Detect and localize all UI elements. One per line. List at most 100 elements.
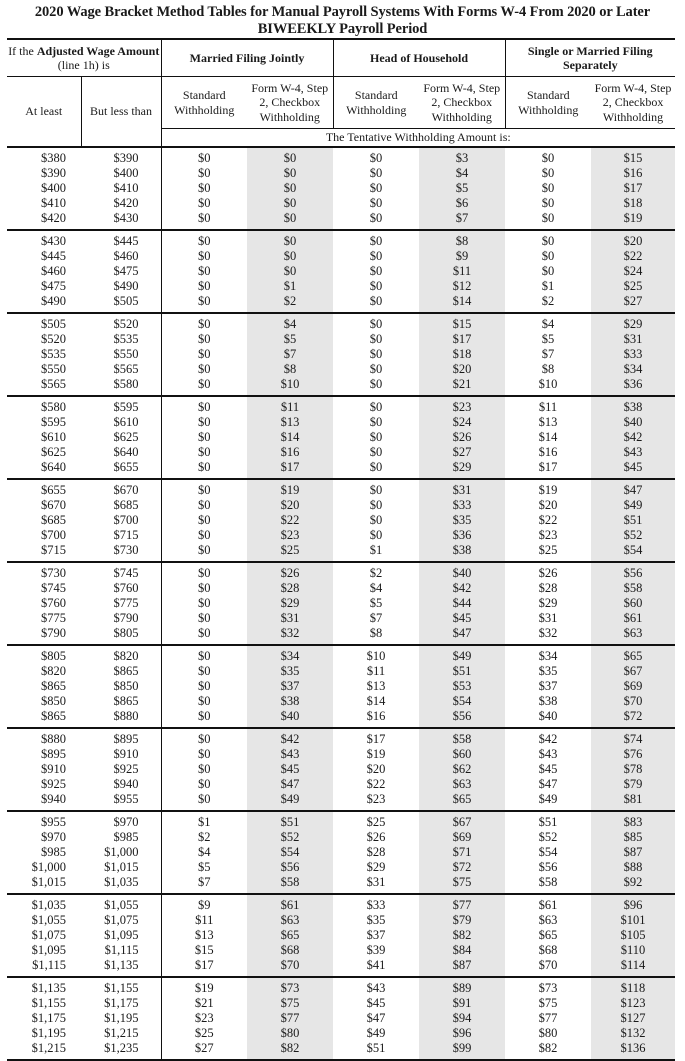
cell-mfj-checkbox: $19 [247,479,333,498]
cell-hoh-standard: $17 [366,732,386,746]
cell-single-checkbox: $67 [591,664,676,679]
cell-but-less-than: $390 [113,151,139,165]
cell-hoh-checkbox: $99 [419,1041,506,1060]
cell-but-less-than: $1,155 [104,981,139,995]
cell-hoh-standard: $0 [369,151,383,165]
cell-at-least: $595 [41,415,66,429]
cell-hoh-checkbox: $24 [419,415,506,430]
cell-single-standard: $20 [538,498,558,512]
cell-single-checkbox: $92 [591,875,676,894]
table-row: $715 $730 $0 $25 $1 $38 $25 $54 [7,543,676,562]
cell-hoh-standard: $0 [369,498,383,512]
cell-but-less-than: $670 [113,483,139,497]
cell-but-less-than: $1,215 [104,1026,139,1040]
table-row: $1,135 $1,155 $19 $73 $43 $89 $73 $118 [7,977,676,996]
cell-but-less-than: $1,075 [104,913,139,927]
cell-mfj-checkbox: $23 [247,528,333,543]
cell-mfj-standard: $9 [160,894,247,913]
col-single-checkbox: Form W-4, Step 2, Checkbox Withholding [591,76,676,129]
cell-single-standard: $0 [541,151,555,165]
table-row: $1,115 $1,135 $17 $70 $41 $87 $70 $114 [7,958,676,977]
cell-hoh-checkbox: $58 [419,728,506,747]
cell-at-least: $445 [41,249,66,263]
cell-mfj-standard: $0 [160,196,247,211]
cell-hoh-checkbox: $87 [419,958,506,977]
cell-single-standard: $26 [538,566,558,580]
cell-mfj-checkbox: $42 [247,728,333,747]
table-row: $925 $940 $0 $47 $22 $63 $47 $79 [7,777,676,792]
table-row: $730 $745 $0 $26 $2 $40 $26 $56 [7,562,676,581]
table-row: $1,035 $1,055 $9 $61 $33 $77 $61 $96 [7,894,676,913]
cell-mfj-standard: $0 [160,664,247,679]
cell-hoh-checkbox: $4 [419,166,506,181]
cell-but-less-than: $955 [113,792,139,806]
cell-single-checkbox: $123 [591,996,676,1011]
table-row: $380 $390 $0 $0 $0 $3 $0 $15 [7,147,676,166]
cell-single-checkbox: $110 [591,943,676,958]
cell-mfj-standard: $0 [160,313,247,332]
cell-at-least: $475 [41,279,66,293]
table-row: $1,055 $1,075 $11 $63 $35 $79 $63 $101 [7,913,676,928]
cell-but-less-than: $910 [113,747,139,761]
cell-but-less-than: $430 [113,211,139,225]
cell-hoh-standard: $0 [369,483,383,497]
cell-at-least: $850 [41,694,66,708]
cell-single-standard: $49 [538,792,558,806]
cell-at-least: $535 [41,347,66,361]
cell-mfj-checkbox: $5 [247,332,333,347]
cell-single-checkbox: $132 [591,1026,676,1041]
table-row: $400 $410 $0 $0 $0 $5 $0 $17 [7,181,676,196]
col-single-standard: Standard Withholding [504,76,592,129]
table-row: $760 $775 $0 $29 $5 $44 $29 $60 [7,596,676,611]
cell-at-least: $380 [41,151,66,165]
cell-mfj-standard: $11 [160,913,247,928]
cell-mfj-checkbox: $51 [247,811,333,830]
cell-hoh-standard: $13 [366,679,386,693]
cell-at-least: $670 [41,498,66,512]
cell-mfj-checkbox: $34 [247,645,333,664]
row-group: $1,135 $1,155 $19 $73 $43 $89 $73 $118 $1,155 $1,… [7,977,676,1060]
table-row: $775 $790 $0 $31 $7 $45 $31 $61 [7,611,676,626]
cell-but-less-than: $865 [113,694,139,708]
cell-but-less-than: $970 [113,815,139,829]
cell-single-checkbox: $24 [591,264,676,279]
cell-mfj-checkbox: $38 [247,694,333,709]
cell-mfj-standard: $0 [160,347,247,362]
cell-single-checkbox: $42 [591,430,676,445]
cell-mfj-standard: $0 [160,430,247,445]
cell-single-standard: $32 [538,626,558,640]
cell-hoh-checkbox: $94 [419,1011,506,1026]
cell-but-less-than: $790 [113,611,139,625]
cell-but-less-than: $730 [113,543,139,557]
cell-at-least: $520 [41,332,66,346]
col-hoh-checkbox: Form W-4, Step 2, Checkbox Withholding [419,76,506,129]
cell-at-least: $490 [41,294,66,308]
cell-single-checkbox: $88 [591,860,676,875]
cell-single-checkbox: $85 [591,830,676,845]
table-row: $505 $520 $0 $4 $0 $15 $4 $29 [7,313,676,332]
table-row: $895 $910 $0 $43 $19 $60 $43 $76 [7,747,676,762]
cell-single-checkbox: $60 [591,596,676,611]
cell-hoh-checkbox: $45 [419,611,506,626]
cell-mfj-checkbox: $0 [247,166,333,181]
cell-but-less-than: $475 [113,264,139,278]
title-line-2: BIWEEKLY Payroll Period [257,21,428,37]
cell-mfj-standard: $5 [160,860,247,875]
cell-hoh-standard: $0 [369,415,383,429]
cell-mfj-checkbox: $0 [247,264,333,279]
cell-single-standard: $34 [538,649,558,663]
cell-hoh-checkbox: $23 [419,396,506,415]
cell-at-least: $685 [41,513,66,527]
table-row: $655 $670 $0 $19 $0 $31 $19 $47 [7,479,676,498]
cell-single-standard: $16 [538,445,558,459]
table-row: $595 $610 $0 $13 $0 $24 $13 $40 [7,415,676,430]
cell-mfj-standard: $0 [160,147,247,166]
cell-single-checkbox: $105 [591,928,676,943]
cell-single-standard: $82 [538,1041,558,1055]
table-row: $1,000 $1,015 $5 $56 $29 $72 $56 $88 [7,860,676,875]
cell-single-checkbox: $65 [591,645,676,664]
cell-single-standard: $65 [538,928,558,942]
cell-mfj-checkbox: $0 [247,230,333,249]
cell-hoh-checkbox: $42 [419,581,506,596]
cell-mfj-checkbox: $11 [247,396,333,415]
